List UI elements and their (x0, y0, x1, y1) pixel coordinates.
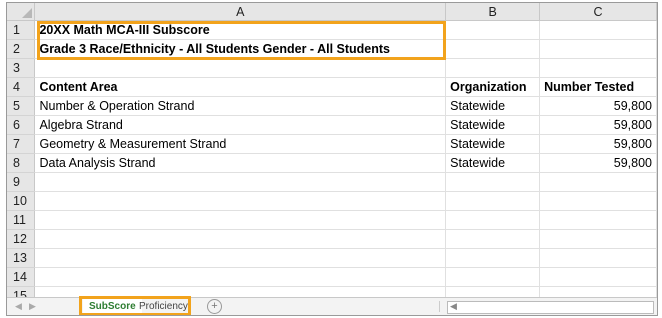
column-header-c[interactable]: C (539, 3, 657, 21)
row-number[interactable]: 14 (7, 267, 36, 287)
table-row: 9 (7, 172, 657, 192)
cell-b[interactable]: Statewide (445, 96, 541, 116)
sheet-tab-bar: ◀ ▶ SubScore Proficiency + ◀ (7, 296, 657, 315)
table-row: 13 (7, 248, 657, 268)
sheet-body: 1 20XX Math MCA-III Subscore 2 Grade 3 Race… (7, 20, 657, 306)
cell-c[interactable] (539, 229, 657, 249)
row-number[interactable]: 1 (7, 20, 36, 40)
row-number[interactable]: 7 (7, 134, 36, 154)
cell-a[interactable] (34, 58, 447, 78)
row-number[interactable]: 8 (7, 153, 36, 173)
table-row: 12 (7, 229, 657, 249)
cell-a[interactable] (34, 172, 447, 192)
cell-b[interactable] (445, 20, 541, 40)
cell-b[interactable] (445, 267, 541, 287)
select-all-triangle-icon (22, 8, 33, 18)
cell-a[interactable] (34, 248, 447, 268)
row-number[interactable]: 12 (7, 229, 36, 249)
row-number[interactable]: 3 (7, 58, 36, 78)
cell-a[interactable] (34, 267, 447, 287)
cell-b[interactable]: Statewide (445, 153, 541, 173)
cell-b[interactable] (445, 191, 541, 211)
table-row: 1 20XX Math MCA-III Subscore (7, 20, 657, 40)
table-row: 8 Data Analysis Strand Statewide 59,800 (7, 153, 657, 173)
cell-a[interactable] (34, 210, 447, 230)
cell-a[interactable]: 20XX Math MCA-III Subscore (34, 20, 447, 40)
spreadsheet-window: A B C 1 20XX Math MCA-III Subscore 2 Grade … (6, 2, 658, 316)
table-row: 7 Geometry & Measurement Strand Statewide 5… (7, 134, 657, 154)
cell-c[interactable]: 59,800 (539, 115, 657, 135)
cell-c[interactable]: 59,800 (539, 134, 657, 154)
tab-scroll-left-icon[interactable]: ◀ (15, 301, 22, 312)
cell-a[interactable]: Grade 3 Race/Ethnicity - All Students Ge… (34, 39, 447, 59)
cell-c[interactable] (539, 172, 657, 192)
cell-c[interactable] (539, 39, 657, 59)
cell-c[interactable] (539, 210, 657, 230)
cell-c[interactable] (539, 248, 657, 268)
cell-a[interactable] (34, 229, 447, 249)
table-row: 4 Content Area Organization Number Tested (7, 77, 657, 97)
cell-a[interactable] (34, 191, 447, 211)
scroll-left-arrow-icon[interactable]: ◀ (450, 301, 457, 312)
table-row: 6 Algebra Strand Statewide 59,800 (7, 115, 657, 135)
row-number[interactable]: 13 (7, 248, 36, 268)
row-number[interactable]: 9 (7, 172, 36, 192)
column-header-b[interactable]: B (445, 3, 541, 21)
cell-a[interactable]: Data Analysis Strand (34, 153, 447, 173)
sheet-grid: A B C 1 20XX Math MCA-III Subscore 2 Grade … (7, 3, 657, 306)
row-number[interactable]: 11 (7, 210, 36, 230)
table-row: 14 (7, 267, 657, 287)
cell-b[interactable] (445, 58, 541, 78)
cell-c[interactable] (539, 58, 657, 78)
cell-a[interactable]: Content Area (34, 77, 447, 97)
cell-c[interactable] (539, 267, 657, 287)
cell-a[interactable]: Algebra Strand (34, 115, 447, 135)
cell-c[interactable]: 59,800 (539, 153, 657, 173)
cell-b[interactable]: Statewide (445, 134, 541, 154)
cell-c[interactable]: Number Tested (539, 77, 657, 97)
scroll-divider (439, 301, 440, 312)
plus-circle-icon[interactable]: + (207, 299, 222, 314)
table-row: 10 (7, 191, 657, 211)
horizontal-scrollbar[interactable]: ◀ (447, 301, 654, 314)
cell-b[interactable] (445, 210, 541, 230)
cell-b[interactable] (445, 229, 541, 249)
table-row: 5 Number & Operation Strand Statewide 59,80… (7, 96, 657, 116)
cell-c[interactable] (539, 20, 657, 40)
cell-b[interactable] (445, 39, 541, 59)
cell-b[interactable] (445, 248, 541, 268)
table-row: 2 Grade 3 Race/Ethnicity - All Students G… (7, 39, 657, 59)
row-number[interactable]: 4 (7, 77, 36, 97)
cell-b[interactable]: Organization (445, 77, 541, 97)
row-number[interactable]: 2 (7, 39, 36, 59)
cell-c[interactable] (539, 191, 657, 211)
tab-scroll-right-icon[interactable]: ▶ (29, 301, 36, 312)
row-number[interactable]: 5 (7, 96, 36, 116)
row-number[interactable]: 10 (7, 191, 36, 211)
column-header-a[interactable]: A (34, 3, 447, 21)
cell-a[interactable]: Geometry & Measurement Strand (34, 134, 447, 154)
cell-b[interactable]: Statewide (445, 115, 541, 135)
cell-c[interactable]: 59,800 (539, 96, 657, 116)
row-number[interactable]: 6 (7, 115, 36, 135)
table-row: 11 (7, 210, 657, 230)
tab-proficiency[interactable]: Proficiency (133, 298, 194, 315)
cell-a[interactable]: Number & Operation Strand (34, 96, 447, 116)
select-all-corner[interactable] (7, 3, 36, 21)
table-row: 3 (7, 58, 657, 78)
column-header-row: A B C (7, 3, 657, 21)
cell-b[interactable] (445, 172, 541, 192)
